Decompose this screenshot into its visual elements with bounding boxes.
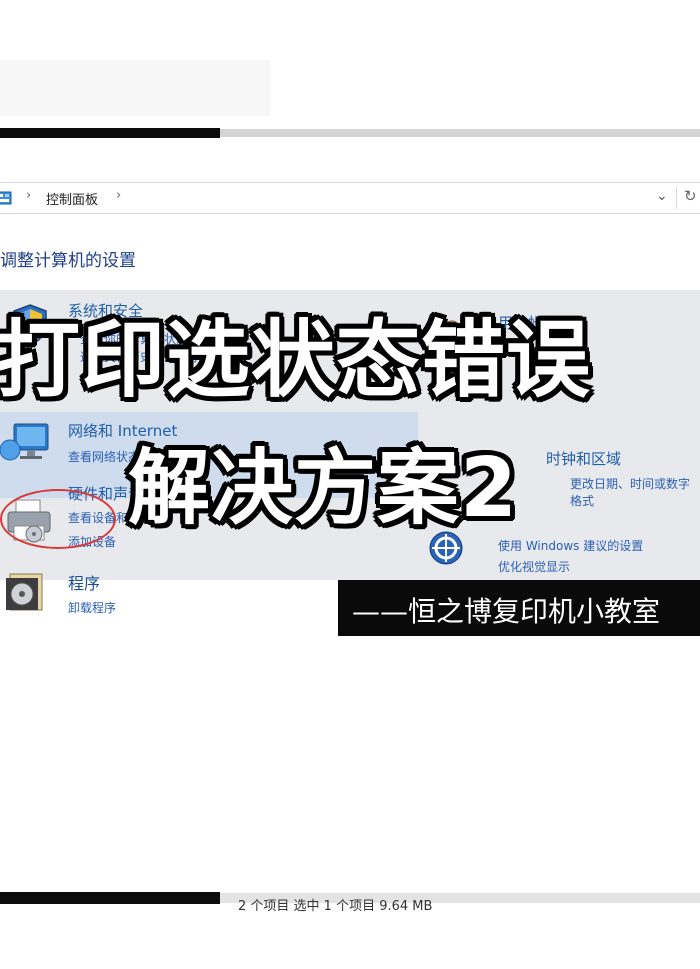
category-network-title[interactable]: 网络和 Internet bbox=[68, 420, 177, 441]
top-blurred-area bbox=[0, 60, 270, 116]
top-gray-bar bbox=[220, 129, 700, 137]
top-black-bar bbox=[0, 128, 220, 138]
category-programs-title[interactable]: 程序 bbox=[68, 570, 100, 594]
programs-icon bbox=[4, 566, 48, 614]
ease-link-visual[interactable]: 优化视觉显示 bbox=[498, 558, 570, 575]
category-region-title[interactable]: 时钟和区域 bbox=[546, 448, 621, 469]
address-bar[interactable]: › 控制面板 › ⌄ ↻ bbox=[0, 182, 700, 214]
programs-link-uninstall[interactable]: 卸载程序 bbox=[68, 599, 116, 616]
overlay-title-line1: 打印选状态错误 bbox=[0, 311, 592, 409]
subtitle-banner: ——恒之博复印机小教室 bbox=[338, 580, 700, 636]
breadcrumb-control-panel[interactable]: 控制面板 bbox=[46, 189, 98, 208]
control-panel-icon bbox=[0, 190, 12, 205]
overlay-title-line2: 解决方案2 bbox=[128, 441, 519, 536]
chevron-down-icon[interactable]: ⌄ bbox=[656, 188, 668, 204]
status-bar-text: 2 个项目 选中 1 个项目 9.64 MB bbox=[238, 899, 433, 914]
network-icon bbox=[0, 420, 52, 464]
subtitle-text: ——恒之博复印机小教室 bbox=[352, 595, 661, 628]
region-link-format[interactable]: 更改日期、时间或数字格式 bbox=[570, 475, 700, 509]
page-title: 调整计算机的设置 bbox=[0, 251, 136, 271]
bottom-black-bar bbox=[0, 892, 220, 904]
address-divider bbox=[676, 187, 677, 209]
ease-link-recommended[interactable]: 使用 Windows 建议的设置 bbox=[498, 537, 643, 554]
breadcrumb-separator[interactable]: › bbox=[116, 188, 121, 203]
refresh-icon[interactable]: ↻ bbox=[684, 187, 697, 205]
annotation-circle bbox=[0, 489, 116, 549]
breadcrumb-separator: › bbox=[26, 188, 32, 203]
